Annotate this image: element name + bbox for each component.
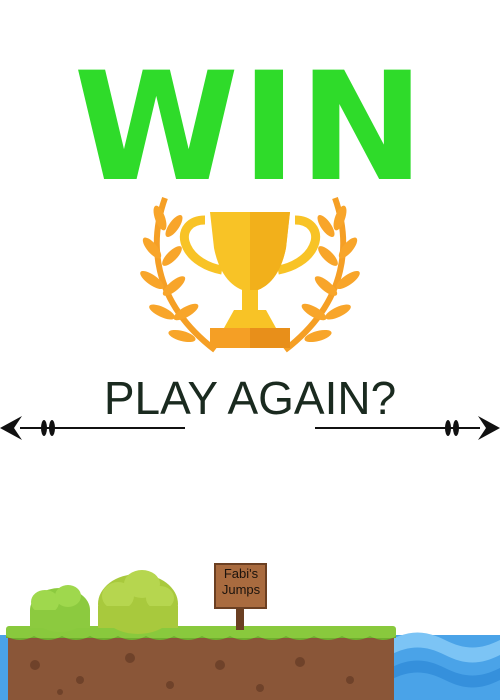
bush bbox=[30, 585, 90, 632]
bush bbox=[98, 570, 178, 634]
sign-text: Fabi's Jumps bbox=[217, 566, 265, 598]
trophy-icon bbox=[140, 196, 360, 353]
arrow-divider-right bbox=[315, 416, 500, 440]
ground-platform bbox=[6, 626, 396, 700]
sign-line-2: Jumps bbox=[221, 582, 261, 597]
water bbox=[390, 632, 500, 700]
arrow-divider-left bbox=[0, 416, 185, 440]
ground-scene bbox=[0, 563, 500, 700]
sign-line-1: Fabi's bbox=[223, 566, 259, 581]
